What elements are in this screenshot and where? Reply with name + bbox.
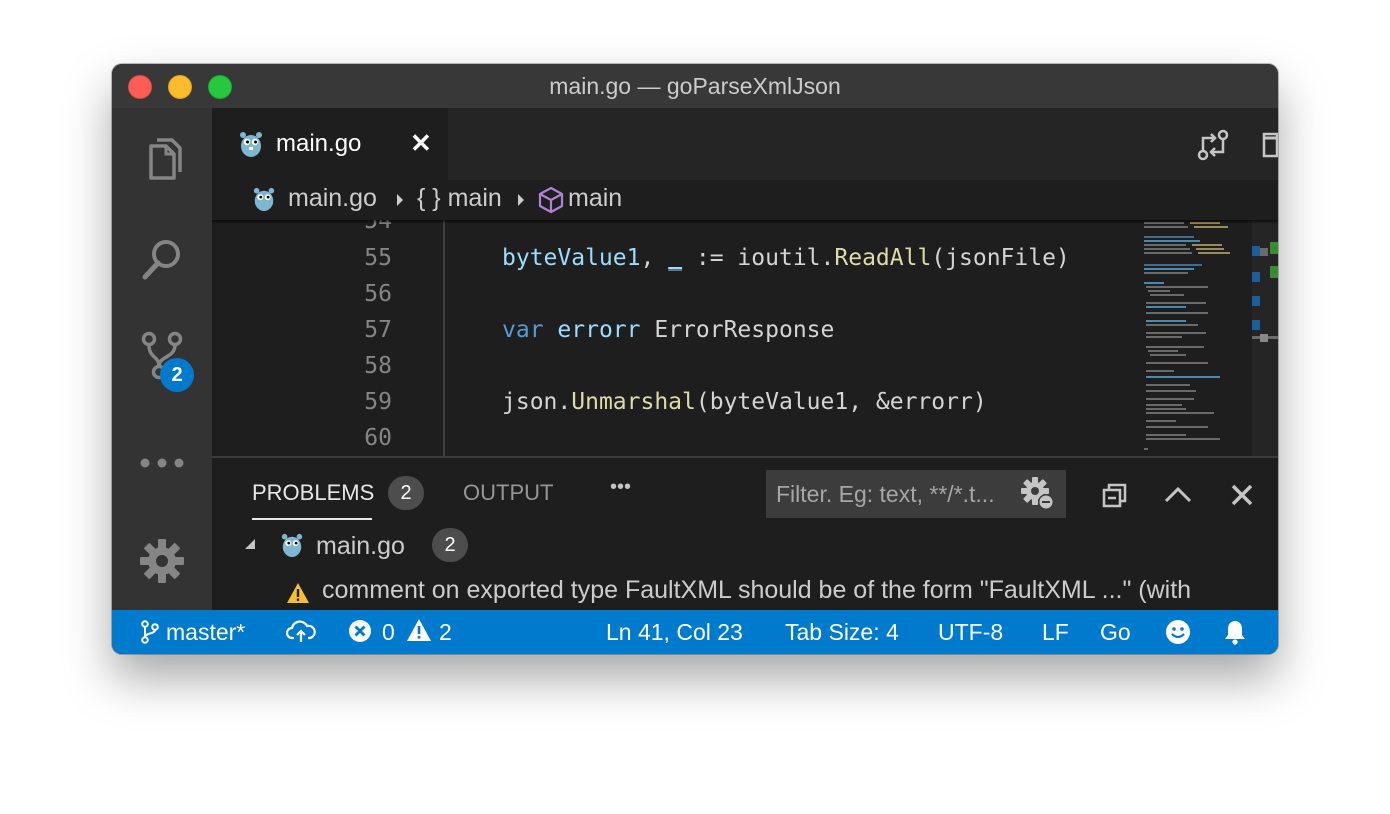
line-number: 55 [364, 245, 392, 271]
tab-problems[interactable]: PROBLEMS [252, 480, 374, 506]
search-icon[interactable] [137, 234, 187, 284]
expand-triangle-icon[interactable] [244, 538, 256, 550]
breadcrumb-symbol-func[interactable]: main [568, 184, 622, 213]
tab-bar: main.go ✕ [212, 108, 1278, 180]
branch-status[interactable]: master* [166, 619, 245, 646]
error-icon [349, 620, 371, 642]
method-cube-icon [538, 186, 564, 214]
gopher-icon [253, 187, 275, 211]
gopher-icon [240, 132, 262, 157]
code-line-57: var errorr ErrorResponse [502, 317, 835, 343]
bell-icon[interactable] [1222, 619, 1248, 645]
filter-settings-icon[interactable] [1020, 476, 1056, 512]
line-number: 58 [364, 353, 392, 379]
window-title: main.go — goParseXmlJson [549, 73, 841, 99]
problem-file-count: 2 [432, 528, 468, 562]
code-editor[interactable]: 54 55 56 57 58 59 60 byteValue1, _ := io… [212, 220, 1142, 456]
tab-label: main.go [276, 130, 362, 157]
gopher-icon [281, 533, 303, 557]
explorer-icon[interactable] [137, 134, 187, 184]
active-tab-underline [252, 518, 372, 520]
breadcrumb-file[interactable]: main.go [288, 184, 377, 213]
line-number: 59 [364, 389, 392, 415]
error-count[interactable]: 0 [382, 619, 395, 646]
tab-main-go[interactable]: main.go ✕ [212, 108, 448, 180]
indent-guide [443, 220, 445, 456]
split-editor-icon[interactable] [1260, 128, 1278, 162]
chevron-right-icon [518, 194, 524, 206]
tab-close-icon[interactable]: ✕ [410, 128, 432, 159]
close-window-button[interactable] [128, 75, 152, 99]
collapse-all-icon[interactable] [1100, 480, 1130, 510]
problem-message[interactable]: comment on exported type FaultXML should… [322, 576, 1191, 605]
tab-size[interactable]: Tab Size: 4 [785, 619, 899, 646]
more-icon[interactable] [137, 438, 187, 488]
warning-count[interactable]: 2 [439, 619, 452, 646]
encoding[interactable]: UTF-8 [938, 619, 1003, 646]
maximize-panel-icon[interactable] [1163, 480, 1193, 510]
title-bar: main.go — goParseXmlJson [112, 64, 1278, 108]
problems-count-badge: 2 [388, 476, 424, 510]
code-line-55: byteValue1, _ := ioutil.ReadAll(jsonFile… [502, 245, 1070, 271]
gear-icon[interactable] [137, 536, 187, 586]
compare-changes-icon[interactable] [1196, 128, 1230, 162]
problems-panel: PROBLEMS 2 OUTPUT ••• Filter. Eg: text, … [212, 456, 1278, 610]
line-number: 56 [364, 281, 392, 307]
warning-icon [287, 583, 309, 603]
scm-badge: 2 [160, 358, 194, 392]
editor-area: main.go ✕ main.go {} main main 54 55 56… [212, 108, 1278, 610]
language-mode[interactable]: Go [1100, 619, 1131, 646]
git-branch-icon [141, 620, 159, 644]
warning-icon [407, 619, 431, 641]
minimize-window-button[interactable] [168, 75, 192, 99]
breadcrumb: main.go { } main main [212, 180, 1278, 220]
zoom-window-button[interactable] [208, 75, 232, 99]
breadcrumb-symbol-main[interactable]: { } main [417, 184, 502, 213]
activity-bar: 2 [112, 108, 212, 610]
status-bar: master* 0 2 Ln 41, Col 23 Tab Size: 4 UT… [112, 610, 1278, 654]
scroll-shadow [212, 220, 1278, 224]
close-panel-icon[interactable] [1227, 480, 1257, 510]
line-number: 57 [364, 317, 392, 343]
code-line-59: json.Unmarshal(byteValue1, &errorr) [502, 389, 987, 415]
cloud-upload-icon[interactable] [286, 620, 316, 644]
smiley-feedback-icon[interactable] [1165, 619, 1191, 645]
cursor-position[interactable]: Ln 41, Col 23 [606, 619, 743, 646]
minimap-content [1144, 220, 1278, 456]
end-of-line[interactable]: LF [1042, 619, 1069, 646]
problem-file-name[interactable]: main.go [316, 532, 405, 561]
vscode-window: main.go — goParseXmlJson 2 main.go ✕ mai… [112, 64, 1278, 654]
line-number: 60 [364, 425, 392, 451]
tab-output[interactable]: OUTPUT [463, 480, 553, 506]
minimap[interactable] [1142, 220, 1278, 456]
panel-more-icon[interactable]: ••• [610, 476, 631, 499]
chevron-right-icon [397, 194, 403, 206]
